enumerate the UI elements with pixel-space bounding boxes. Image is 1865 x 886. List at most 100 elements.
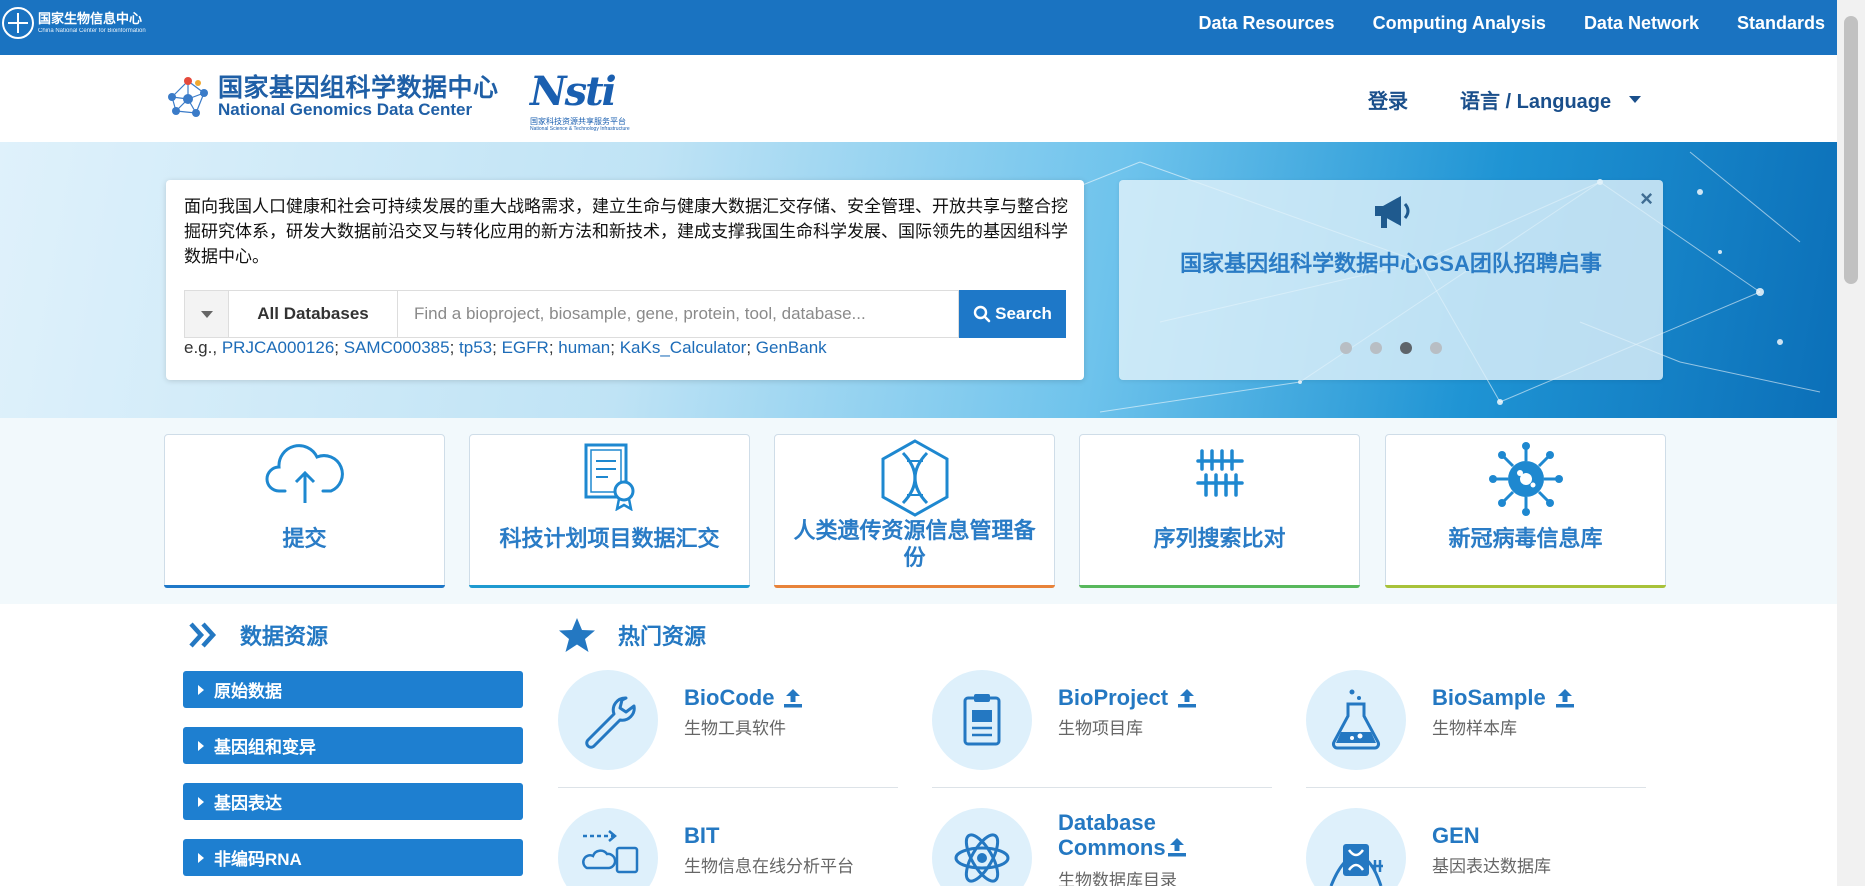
category-gene-expression[interactable]: 基因表达	[183, 783, 523, 820]
category-label: 基因组和变异	[214, 738, 316, 757]
cncb-logo-cn: 国家生物信息中心	[38, 11, 143, 26]
nav-data-network[interactable]: Data Network	[1584, 13, 1699, 34]
top-bar: 国家生物信息中心 China National Center for Bioin…	[0, 0, 1837, 55]
upload-icon[interactable]	[1176, 687, 1198, 709]
example-link[interactable]: tp53	[459, 338, 492, 357]
top-nav: Data Resources Computing Analysis Data N…	[1199, 0, 1826, 46]
carousel-dot[interactable]	[1430, 342, 1442, 354]
scrollbar-thumb[interactable]	[1844, 16, 1858, 284]
vertical-scrollbar[interactable]	[1837, 0, 1865, 886]
feature-cards: 提交 科技计划项目数据汇交 人类遗传资源信息管理备份 序列搜索比对 新冠病毒信息…	[0, 418, 1837, 604]
hero-banner: 面向我国人口健康和社会可持续发展的重大战略需求，建立生命与健康大数据汇交存储、安…	[0, 142, 1837, 418]
resource-name: BioProject	[1058, 685, 1169, 710]
resource-name: BIT	[684, 823, 720, 848]
nsti-logo[interactable]: Nsti 国家科技资源共享服务平台 National Science & Tec…	[528, 66, 638, 132]
database-select[interactable]: All Databases	[228, 290, 398, 338]
resource-database-commons[interactable]: Database Commons 生物数据库目录	[932, 808, 1272, 886]
search-button[interactable]: Search	[959, 290, 1066, 338]
intro-text: 面向我国人口健康和社会可持续发展的重大战略需求，建立生命与健康大数据汇交存储、安…	[184, 197, 1068, 267]
resource-desc: 生物数据库目录	[1058, 871, 1177, 886]
ngdc-logo-cn: 国家基因组科学数据中心	[218, 73, 499, 102]
search-input[interactable]	[398, 290, 959, 338]
feature-card-submit[interactable]: 提交	[164, 434, 445, 588]
network-icon	[168, 77, 208, 117]
example-link[interactable]: human	[558, 338, 610, 357]
site-header: 国家基因组科学数据中心 National Genomics Data Cente…	[0, 55, 1837, 142]
feature-card-human-genetic[interactable]: 人类遗传资源信息管理备份	[774, 434, 1055, 588]
carousel-dot[interactable]	[1340, 342, 1352, 354]
resource-name: BioSample	[1432, 685, 1546, 710]
upload-icon[interactable]	[1166, 836, 1188, 858]
nav-standards[interactable]: Standards	[1737, 13, 1825, 34]
notice-title[interactable]: 国家基因组科学数据中心GSA团队招聘启事	[1119, 246, 1663, 278]
carousel-dot-active[interactable]	[1400, 342, 1412, 354]
carousel-dots	[1119, 342, 1663, 354]
search-examples: e.g., PRJCA000126; SAMC000385; tp53; EGF…	[184, 338, 827, 357]
cncb-logo-en: China National Center for Bioinformation	[38, 28, 146, 34]
resource-name: Database Commons	[1058, 810, 1166, 860]
resource-biocode[interactable]: BioCode 生物工具软件	[558, 670, 898, 788]
example-link[interactable]: EGFR	[502, 338, 549, 357]
data-resources-heading: 数据资源	[188, 619, 328, 651]
cncb-globe-icon	[2, 7, 34, 39]
gene-expression-icon	[1329, 844, 1383, 886]
resource-biosample[interactable]: BioSample 生物样本库	[1306, 670, 1646, 788]
example-link[interactable]: KaKs_Calculator	[620, 338, 747, 357]
category-genome-variation[interactable]: 基因组和变异	[183, 727, 523, 764]
megaphone-icon	[1375, 196, 1410, 228]
language-label: 语言 / Language	[1460, 91, 1612, 113]
feature-card-covid[interactable]: 新冠病毒信息库	[1385, 434, 1666, 588]
intro-search-card: 面向我国人口健康和社会可持续发展的重大战略需求，建立生命与健康大数据汇交存储、安…	[166, 180, 1084, 380]
resource-desc: 基因表达数据库	[1432, 857, 1551, 876]
example-link[interactable]: SAMC000385	[344, 338, 450, 357]
ngdc-logo[interactable]: 国家基因组科学数据中心 National Genomics Data Cente…	[162, 71, 499, 123]
resource-gen[interactable]: GEN 基因表达数据库	[1306, 808, 1646, 886]
example-link[interactable]: PRJCA000126	[222, 338, 334, 357]
database-dropdown-toggle[interactable]	[184, 290, 228, 338]
resource-desc: 生物样本库	[1432, 719, 1517, 738]
upload-icon[interactable]	[1554, 687, 1576, 709]
atom-icon	[954, 833, 1010, 883]
category-raw-data[interactable]: 原始数据	[183, 671, 523, 708]
language-dropdown[interactable]: 语言 / Language	[1460, 85, 1642, 114]
ngdc-logo-en: National Genomics Data Center	[218, 100, 473, 120]
workflow-icon	[582, 830, 639, 874]
carousel-dot[interactable]	[1370, 342, 1382, 354]
resource-desc: 生物项目库	[1058, 719, 1143, 738]
nav-data-resources[interactable]: Data Resources	[1199, 13, 1335, 34]
nsti-logo-word: Nsti	[530, 68, 617, 115]
feature-card-sequence-search[interactable]: 序列搜索比对	[1079, 434, 1360, 588]
resource-name: BioCode	[684, 685, 775, 710]
notice-carousel: × 国家基因组科学数据中心GSA团队招聘启事	[1119, 180, 1663, 380]
hot-resources-title: 热门资源	[618, 624, 707, 649]
certificate-icon	[584, 443, 634, 511]
wrench-icon	[585, 696, 636, 749]
resource-desc: 生物信息在线分析平台	[684, 857, 854, 876]
upload-icon[interactable]	[782, 687, 804, 709]
close-icon[interactable]: ×	[1640, 186, 1653, 212]
resource-bit[interactable]: BIT 生物信息在线分析平台	[558, 808, 898, 886]
hot-resources-heading: 热门资源	[558, 617, 706, 653]
search-button-label: Search	[995, 304, 1052, 323]
cloud-upload-icon	[265, 444, 344, 503]
examples-prefix: e.g.,	[184, 338, 218, 357]
resource-bioproject[interactable]: BioProject 生物项目库	[932, 670, 1272, 788]
nav-computing-analysis[interactable]: Computing Analysis	[1373, 13, 1546, 34]
feature-card-label: 序列搜索比对	[1153, 526, 1286, 551]
chevron-down-icon	[1629, 96, 1642, 103]
category-label: 非编码RNA	[214, 850, 302, 869]
resource-name: GEN	[1432, 823, 1480, 848]
caret-right-icon	[198, 740, 204, 751]
category-label: 原始数据	[214, 682, 282, 701]
feature-card-label: 提交	[282, 526, 327, 551]
star-icon	[559, 618, 595, 652]
feature-card-project-data[interactable]: 科技计划项目数据汇交	[469, 434, 750, 588]
sequence-align-icon	[1195, 449, 1244, 497]
double-chevron-icon	[189, 622, 217, 648]
cncb-logo[interactable]: 国家生物信息中心 China National Center for Bioin…	[2, 7, 146, 39]
chevron-down-icon	[200, 310, 213, 318]
login-link[interactable]: 登录	[1368, 85, 1408, 114]
caret-right-icon	[198, 684, 204, 695]
example-link[interactable]: GenBank	[756, 338, 827, 357]
category-noncoding-rna[interactable]: 非编码RNA	[183, 839, 523, 876]
